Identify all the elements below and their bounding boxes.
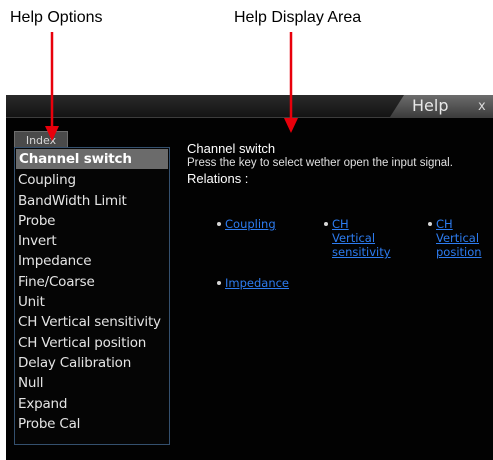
index-item-unit[interactable]: Unit bbox=[15, 292, 169, 312]
relation-link-line: CH bbox=[436, 217, 453, 231]
help-options-list: Channel switch Coupling BandWidth Limit … bbox=[14, 147, 170, 445]
index-item-channel-switch[interactable]: Channel switch bbox=[16, 149, 168, 170]
index-item-fine-coarse[interactable]: Fine/Coarse bbox=[15, 272, 169, 292]
relation-link-line: sensitivity bbox=[332, 245, 391, 259]
index-item-impedance[interactable]: Impedance bbox=[15, 251, 169, 271]
relation-link-line: position bbox=[436, 245, 482, 259]
index-item-null[interactable]: Null bbox=[15, 373, 169, 393]
close-icon[interactable]: x bbox=[478, 99, 486, 114]
index-item-ch-vertical-position[interactable]: CH Vertical position bbox=[15, 333, 169, 353]
help-window-tab: Help x bbox=[390, 95, 493, 117]
index-item-probe-cal[interactable]: Probe Cal bbox=[15, 414, 169, 434]
bullet-icon bbox=[428, 222, 432, 226]
relations-label: Relations : bbox=[187, 171, 249, 186]
relation-link-line: Vertical bbox=[332, 231, 376, 245]
relation-link-line: Coupling bbox=[225, 217, 276, 231]
relation-link-line: CH bbox=[332, 217, 349, 231]
index-item-expand[interactable]: Expand bbox=[15, 394, 169, 414]
help-topic-title: Channel switch bbox=[187, 141, 276, 156]
index-item-coupling[interactable]: Coupling bbox=[15, 170, 169, 190]
help-display-area: Channel switch Press the key to select w… bbox=[187, 141, 487, 186]
help-screen: Help x Index Channel switch Coupling Ban… bbox=[6, 95, 493, 460]
callout-help-display-area: Help Display Area bbox=[234, 9, 362, 26]
relation-link-ch-vertical-sensitivity[interactable]: CH Vertical sensitivity bbox=[332, 217, 391, 259]
callout-help-options: Help Options bbox=[10, 9, 103, 26]
index-item-ch-vertical-sensitivity[interactable]: CH Vertical sensitivity bbox=[15, 312, 169, 332]
panel-divider bbox=[6, 117, 493, 118]
index-tab[interactable]: Index bbox=[14, 131, 68, 148]
relation-link-line: Vertical bbox=[436, 231, 480, 245]
help-topic-description: Press the key to select wether open the … bbox=[187, 157, 453, 169]
bullet-icon bbox=[324, 222, 328, 226]
relation-link-ch-vertical-position[interactable]: CH Vertical position bbox=[436, 217, 482, 259]
index-item-probe[interactable]: Probe bbox=[15, 211, 169, 231]
index-item-delay-calibration[interactable]: Delay Calibration bbox=[15, 353, 169, 373]
bullet-icon bbox=[217, 281, 221, 285]
relation-link-line: Impedance bbox=[225, 276, 290, 290]
index-item-invert[interactable]: Invert bbox=[15, 231, 169, 251]
relation-link-impedance[interactable]: Impedance bbox=[225, 276, 289, 290]
index-item-bandwidth-limit[interactable]: BandWidth Limit bbox=[15, 191, 169, 211]
help-window-title: Help bbox=[412, 96, 449, 115]
bullet-icon bbox=[217, 222, 221, 226]
relation-link-coupling[interactable]: Coupling bbox=[225, 217, 276, 231]
